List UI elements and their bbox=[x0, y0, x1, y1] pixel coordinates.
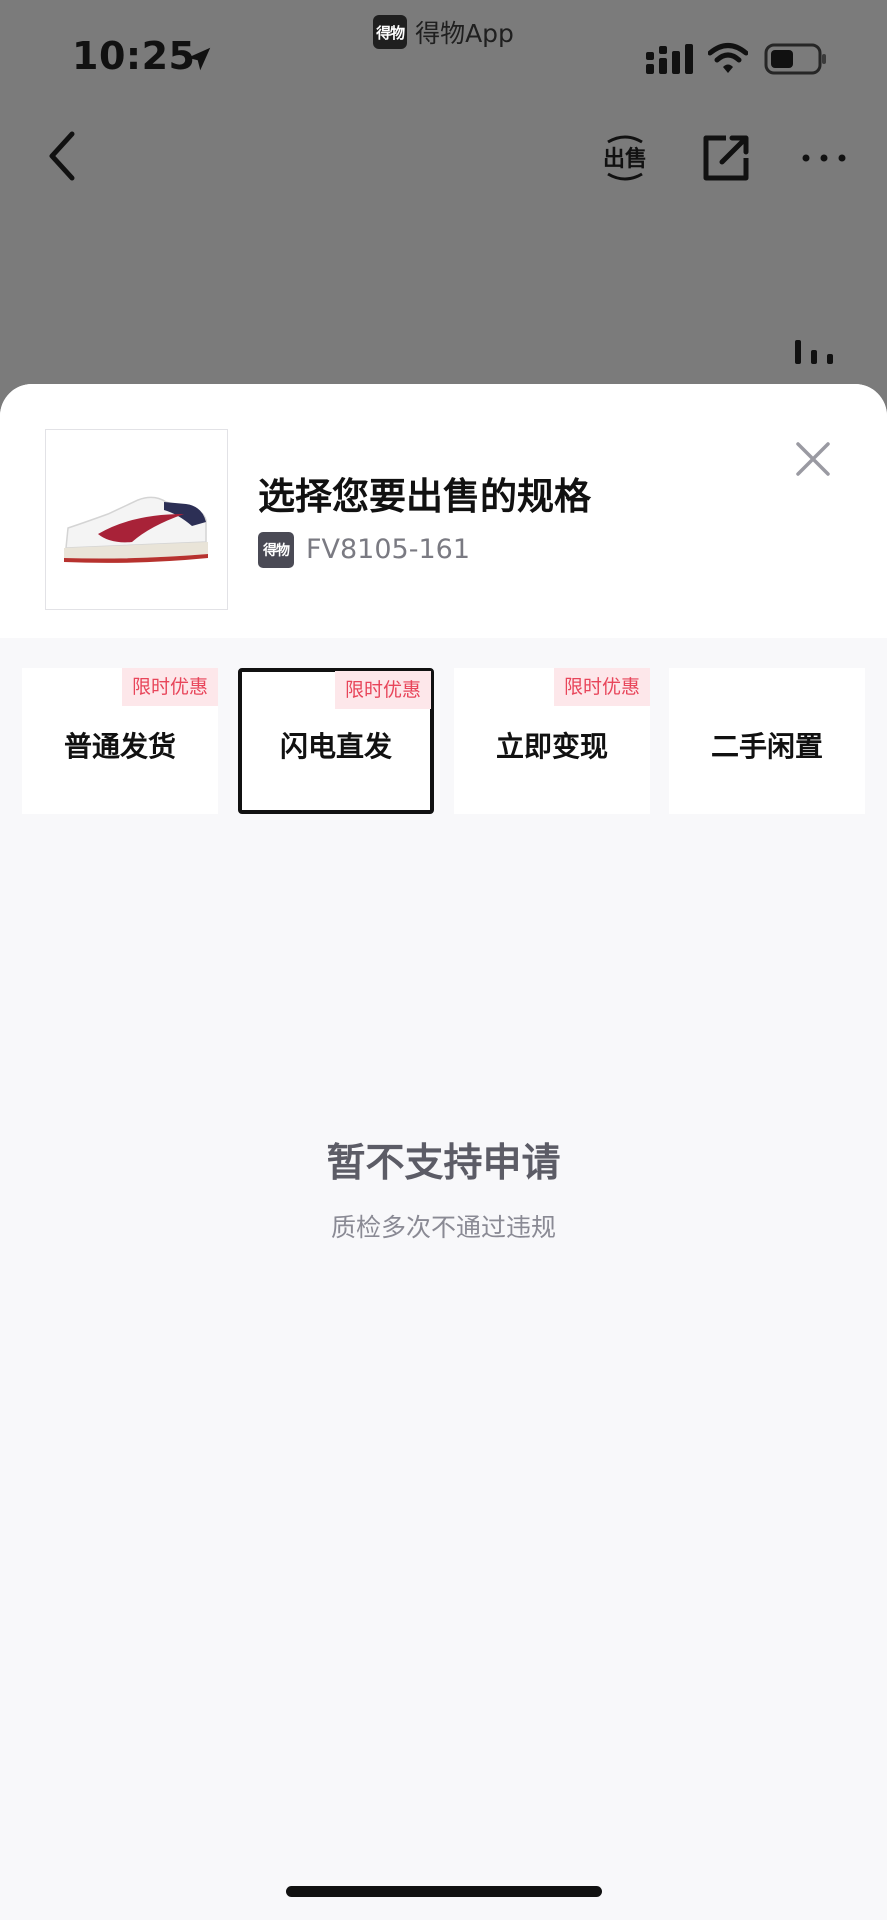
tab-second-hand[interactable]: 二手闲置 bbox=[669, 668, 865, 814]
tab-label: 二手闲置 bbox=[710, 730, 823, 763]
promo-badge: 限时优惠 bbox=[334, 671, 431, 709]
sheet-title: 选择您要出售的规格 bbox=[258, 475, 591, 518]
status-bar: 得物 得物App 10:25 bbox=[0, 0, 887, 110]
app-logo-icon: 得物 bbox=[373, 15, 408, 49]
empty-state-subtitle: 质检多次不通过违规 bbox=[330, 1213, 556, 1242]
empty-state-title: 暂不支持申请 bbox=[326, 1141, 561, 1186]
source-app-name: 得物App bbox=[415, 19, 514, 48]
location-arrow-icon bbox=[187, 47, 211, 71]
home-indicator[interactable] bbox=[286, 1886, 602, 1897]
tab-lightning-shipping[interactable]: 限时优惠 闪电直发 bbox=[238, 668, 434, 814]
screen: 得物 得物App 10:25 出售 选择您要出售的规格 得物 FV8105-16… bbox=[0, 0, 887, 1920]
wifi-icon bbox=[708, 43, 748, 73]
shipping-method-tabs: 限时优惠 普通发货 限时优惠 闪电直发 限时优惠 立即变现 二手闲置 bbox=[0, 668, 887, 814]
tab-instant-cash[interactable]: 限时优惠 立即变现 bbox=[454, 668, 650, 814]
status-time: 10:25 bbox=[72, 34, 196, 78]
tab-label: 闪电直发 bbox=[279, 730, 392, 763]
product-image bbox=[45, 429, 228, 610]
sheet-header: 选择您要出售的规格 得物 FV8105-161 bbox=[0, 384, 887, 638]
promo-badge: 限时优惠 bbox=[121, 668, 218, 706]
sell-icon-text: 出售 bbox=[603, 146, 647, 172]
product-code: FV8105-161 bbox=[306, 534, 470, 565]
brand-badge-icon: 得物 bbox=[258, 532, 294, 568]
promo-badge: 限时优惠 bbox=[553, 668, 650, 706]
tab-label: 立即变现 bbox=[495, 730, 608, 763]
sneaker-image bbox=[64, 496, 208, 563]
close-icon[interactable] bbox=[792, 438, 834, 480]
stats-icon[interactable] bbox=[792, 338, 836, 366]
battery-icon bbox=[764, 43, 826, 75]
tab-label: 普通发货 bbox=[63, 730, 176, 763]
more-icon[interactable] bbox=[800, 140, 848, 176]
back-chevron-icon[interactable] bbox=[44, 128, 84, 184]
share-icon[interactable] bbox=[700, 132, 752, 184]
spec-selection-sheet: 选择您要出售的规格 得物 FV8105-161 限时优惠 普通发货 限时优惠 闪… bbox=[0, 384, 887, 1920]
sell-icon[interactable]: 出售 bbox=[598, 132, 652, 184]
signal-icon bbox=[646, 44, 693, 74]
tab-normal-shipping[interactable]: 限时优惠 普通发货 bbox=[22, 668, 218, 814]
